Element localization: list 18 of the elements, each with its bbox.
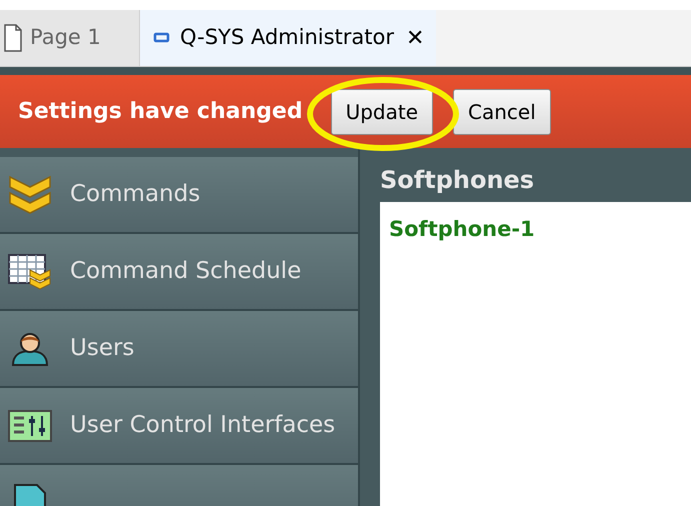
- panel-title: Softphones: [380, 165, 536, 196]
- app-icon: [152, 31, 172, 45]
- sidebar-item[interactable]: Users: [0, 311, 358, 388]
- user-icon: [10, 330, 50, 366]
- notification-message: Settings have changed: [18, 98, 303, 126]
- document-icon: [4, 24, 22, 52]
- calendar-icon: [8, 254, 52, 290]
- close-button[interactable]: ✕: [406, 22, 424, 54]
- list-item[interactable]: Softphone-1: [389, 214, 691, 246]
- sidebar-item[interactable]: User Control Interfaces: [0, 388, 358, 465]
- cancel-button[interactable]: Cancel: [453, 88, 551, 134]
- sidebar-item[interactable]: Commands: [0, 157, 358, 234]
- tab[interactable]: Q-SYS Administrator ✕: [140, 10, 436, 66]
- chevrons-icon: [8, 174, 52, 214]
- update-button[interactable]: Update: [330, 88, 433, 134]
- tab[interactable]: Page 1: [0, 10, 140, 66]
- sidebar-item[interactable]: Command Schedule: [0, 234, 358, 311]
- control-panel-icon: [8, 410, 52, 442]
